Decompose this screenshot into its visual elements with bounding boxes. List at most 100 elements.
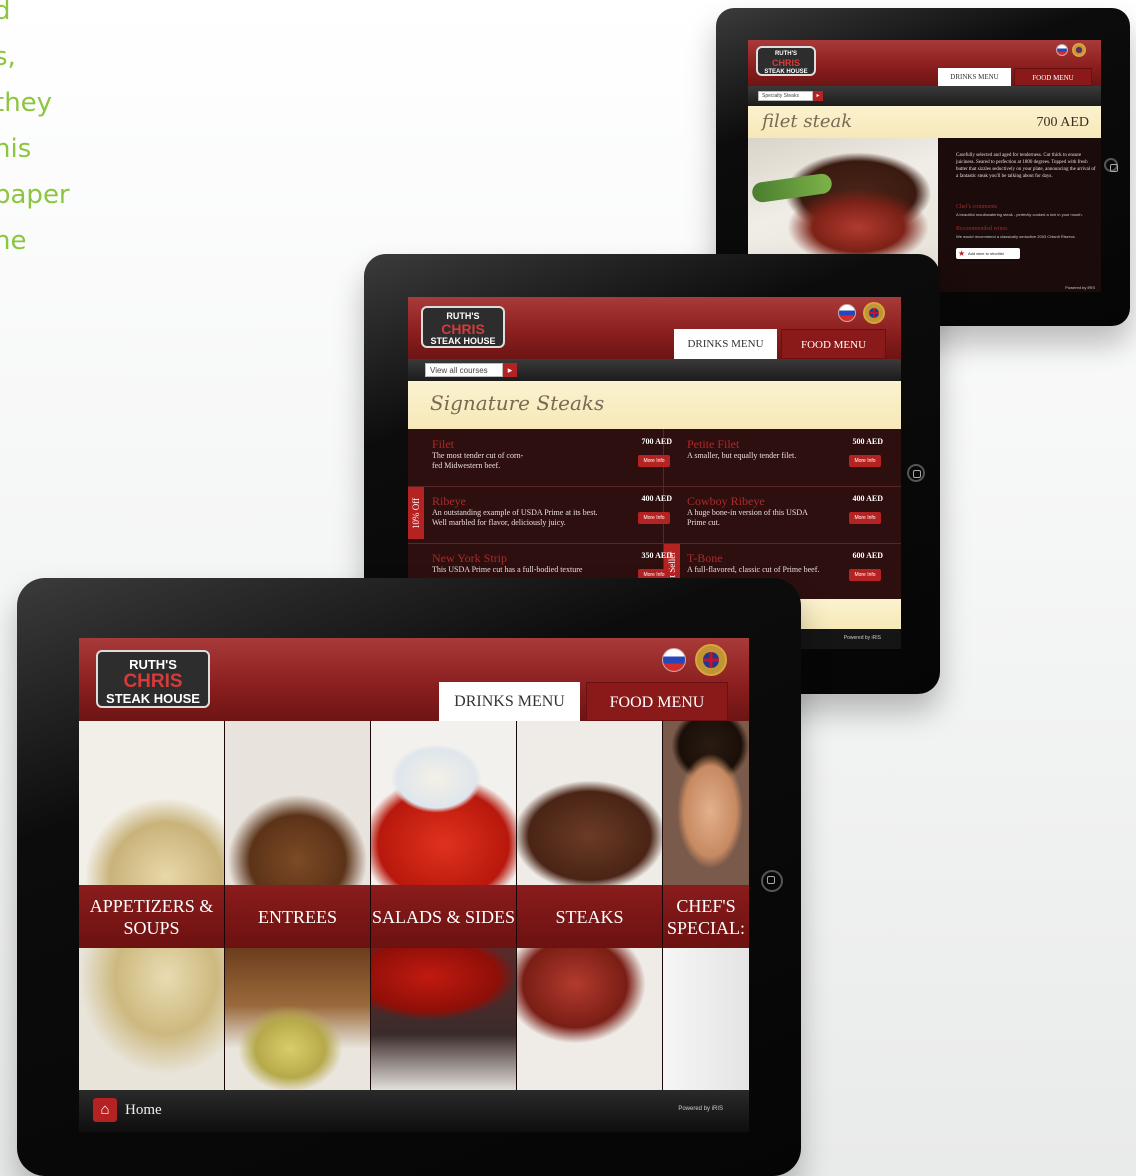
marketing-line: his	[0, 134, 32, 164]
menu-item[interactable]: Petite Filet A smaller, but equally tend…	[687, 437, 883, 493]
marketing-line: s,	[0, 42, 16, 72]
recommended-wines-text: We would recommend a classically seducti…	[956, 234, 1076, 239]
salad-photo	[371, 948, 516, 1092]
bottom-bar: ⌂ Home Powered by iRIS	[79, 1090, 749, 1132]
breadcrumb-bar: View all courses ▸	[408, 359, 901, 381]
category-label: ENTREES	[258, 906, 337, 927]
item-name: Petite Filet	[687, 437, 740, 451]
category-label: SALADS & SIDES	[371, 906, 516, 927]
uk-flag-icon[interactable]	[1072, 43, 1086, 57]
entree-photo	[225, 948, 370, 1092]
more-info-button[interactable]: More Info	[638, 455, 670, 467]
home-hardware-button[interactable]	[907, 464, 925, 482]
breadcrumb[interactable]: View all courses	[425, 363, 503, 377]
tab-drinks-menu[interactable]: DRINKS MENU	[938, 68, 1011, 86]
item-desc: An outstanding example of USDA Prime at …	[432, 508, 598, 527]
tab-food-menu[interactable]: FOOD MENU	[1014, 68, 1092, 86]
brand-logo: RUTH'S CHRIS STEAK HOUSE	[421, 306, 505, 348]
menu-item[interactable]: Cowboy Ribeye A huge bone-in version of …	[687, 494, 883, 550]
category-label: CHEF'S	[676, 895, 736, 916]
star-icon: ★	[958, 249, 966, 258]
item-price: 400 AED	[641, 494, 672, 503]
front-screen: RUTH'S CHRIS STEAK HOUSE DRINKS MENU FOOD …	[79, 638, 749, 1132]
dish-title: filet steak	[762, 111, 853, 132]
item-desc: This USDA Prime cut has a full-bodied te…	[432, 565, 583, 574]
dish-title-bar: filet steak 700 AED	[748, 106, 1101, 138]
item-price: 350 AED	[641, 551, 672, 560]
home-hardware-button[interactable]	[761, 870, 783, 892]
steak-photo	[517, 721, 662, 885]
item-desc: A smaller, but equally tender filet.	[687, 451, 797, 460]
section-title-bar: Signature Steaks	[408, 381, 901, 429]
marketing-line: he	[0, 226, 27, 256]
russian-flag-icon[interactable]	[838, 304, 856, 322]
category-chefs-specials[interactable]: CHEF'S SPECIAL:	[663, 721, 749, 1092]
more-info-button[interactable]: More Info	[849, 569, 881, 581]
dish-price: 700 AED	[1036, 115, 1090, 130]
item-name: New York Strip	[432, 551, 508, 565]
category-label: SPECIAL:	[666, 917, 745, 938]
appetizer-photo	[79, 948, 224, 1092]
chef-comments-text: A beautiful mouthwatering steak - perfec…	[956, 212, 1083, 217]
home-icon[interactable]: ⌂	[93, 1098, 117, 1122]
menu-item[interactable]: Filet The most tender cut of corn-fed Mi…	[432, 437, 672, 493]
more-info-button[interactable]: More Info	[849, 455, 881, 467]
item-price: 500 AED	[852, 437, 883, 446]
category-salads-sides[interactable]: SALADS & SIDES	[371, 721, 516, 1092]
tab-food-menu[interactable]: FOOD MENU	[586, 682, 728, 721]
brand-logo: RUTH'S CHRIS STEAK HOUSE	[96, 650, 210, 708]
marketing-line: they	[0, 88, 53, 118]
category-entrees[interactable]: ENTREES	[225, 721, 370, 1092]
marketing-text: d s, they his paper he	[0, 0, 114, 264]
salad-photo	[371, 721, 516, 885]
front-tablet: RUTH'S CHRIS STEAK HOUSE DRINKS MENU FOOD …	[17, 578, 801, 1176]
uk-flag-icon[interactable]	[863, 302, 885, 324]
add-wine-button[interactable]: ★ Add wine to shortlist	[956, 248, 1020, 259]
chevron-right-icon[interactable]: ▸	[813, 91, 823, 101]
item-name: T-Bone	[687, 551, 723, 565]
menu-item[interactable]: Ribeye An outstanding example of USDA Pr…	[432, 494, 672, 550]
item-desc: A full-flavored, classic cut of Prime be…	[687, 565, 820, 574]
item-name: Cowboy Ribeye	[687, 494, 765, 508]
category-label: APPETIZERS &	[89, 895, 214, 916]
tab-drinks-menu[interactable]: DRINKS MENU	[439, 682, 580, 721]
powered-by: Powered by iRIS	[843, 635, 881, 641]
header: RUTH'S CHRIS STEAK HOUSE DRINKS MENU FOOD …	[748, 40, 1101, 86]
russian-flag-icon[interactable]	[662, 648, 686, 672]
item-price: 400 AED	[852, 494, 883, 503]
category-label: STEAKS	[555, 906, 624, 927]
item-desc: The most tender cut of corn-fed Midweste…	[432, 451, 524, 470]
uk-flag-icon[interactable]	[695, 644, 727, 676]
breadcrumb[interactable]: Specialty Steaks	[758, 91, 813, 101]
more-info-button[interactable]: More Info	[638, 512, 670, 524]
item-price: 700 AED	[641, 437, 672, 446]
chevron-right-icon[interactable]: ▸	[503, 363, 517, 377]
menu-list: 10% Off Best Seller Filet The most tende…	[408, 429, 901, 599]
russian-flag-icon[interactable]	[1056, 44, 1068, 56]
section-title: Signature Steaks	[430, 391, 605, 415]
chef-photo	[663, 721, 749, 885]
powered-by: Powered by iRIS	[1065, 285, 1095, 290]
item-price: 600 AED	[852, 551, 883, 560]
category-steaks[interactable]: STEAKS	[517, 721, 662, 1092]
home-hardware-button[interactable]	[1104, 158, 1118, 172]
chef-comments-heading: Chef's comments	[956, 204, 998, 210]
category-label: SOUPS	[123, 917, 180, 938]
home-label[interactable]: Home	[125, 1102, 162, 1119]
brand-logo: RUTH'S CHRIS STEAK HOUSE	[756, 46, 816, 76]
breadcrumb-bar: Specialty Steaks ▸	[748, 86, 1101, 106]
item-name: Ribeye	[432, 494, 466, 508]
discount-badge: 10% Off	[408, 487, 424, 539]
steak-photo	[517, 948, 662, 1092]
dish-details-panel: Carefully selected and aged for tenderne…	[938, 138, 1101, 292]
asparagus-garnish	[750, 172, 834, 204]
more-info-button[interactable]: More Info	[849, 512, 881, 524]
tab-drinks-menu[interactable]: DRINKS MENU	[674, 329, 777, 359]
tab-food-menu[interactable]: FOOD MENU	[781, 329, 886, 359]
powered-by: Powered by iRIS	[678, 1106, 723, 1112]
add-wine-label: Add wine to shortlist	[968, 251, 1004, 256]
entree-photo	[225, 721, 370, 885]
dish-description: Carefully selected and aged for tenderne…	[956, 153, 1096, 179]
category-appetizers-soups[interactable]: APPETIZERS & SOUPS	[79, 721, 224, 1092]
item-name: Filet	[432, 437, 455, 451]
